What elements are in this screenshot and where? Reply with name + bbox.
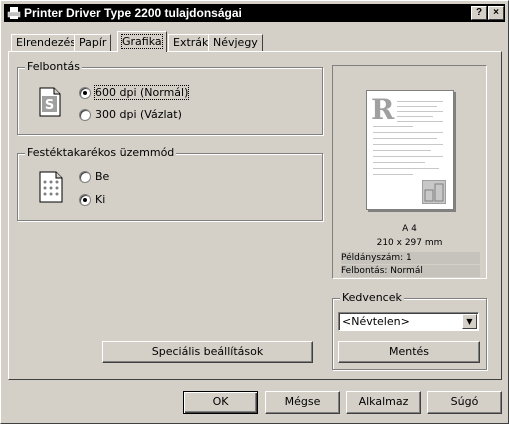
toner-save-group-label: Festéktakarékos üzemmód [25,146,177,159]
ok-button[interactable]: OK [183,391,258,414]
paper-name: A 4 [402,224,417,234]
tab-elrendezes[interactable]: Elrendezés [11,34,82,51]
tab-nevjegy[interactable]: Névjegy [208,34,263,51]
tab-grafika[interactable]: Grafika [117,31,167,52]
page-letter: R [371,93,395,126]
window-title: Printer Driver Type 2200 tulajdonságai [24,6,242,20]
favorites-group-label: Kedvencek [340,291,404,304]
radio-600dpi-label[interactable]: 600 dpi (Normál) [93,85,190,100]
tab-extrak[interactable]: Extrák [168,34,214,51]
radio-toner-be[interactable] [79,171,91,183]
page-preview: R A 4 210 x 297 mm Példányszám: 1 Felbon… [332,65,487,279]
title-bar: Printer Driver Type 2200 tulajdonságai ?… [4,4,505,22]
favorites-selected: <Névtelen> [342,315,410,328]
radio-600dpi[interactable] [79,87,91,99]
resolution-info: Felbontás: Normál [341,265,480,277]
special-settings-button[interactable]: Speciális beállítások [102,341,313,363]
resolution-group-label: Felbontás [25,60,83,73]
graphic-placeholder-icon [422,180,446,204]
favorites-dropdown[interactable]: <Névtelen> ▼ [338,312,479,331]
radio-toner-ki[interactable] [79,194,91,206]
copies-info: Példányszám: 1 [341,252,480,264]
resolution-group: Felbontás S 600 dpi (Normál) 300 dpi (Vá… [17,60,323,135]
tab-papir[interactable]: Papír [74,34,112,51]
svg-text:S: S [45,98,54,113]
apply-button[interactable]: Alkalmaz [346,391,421,414]
radio-toner-be-label[interactable]: Be [95,170,109,183]
toner-save-group: Festéktakarékos üzemmód Be Ki [17,146,323,221]
page-thumbnail: R [366,90,454,210]
paper-size: 210 x 297 mm [376,238,443,248]
tab-grafika-label: Grafika [121,34,163,49]
help-button[interactable]: Súgó [427,391,502,414]
radio-300dpi[interactable] [79,109,91,121]
properties-window: Printer Driver Type 2200 tulajdonságai ?… [0,0,509,424]
dots-page-icon [39,171,63,203]
radio-toner-ki-label[interactable]: Ki [95,193,105,206]
close-button[interactable]: × [488,6,504,20]
save-favorite-button[interactable]: Mentés [338,341,480,363]
cancel-button[interactable]: Mégse [265,391,340,414]
s-document-icon: S [39,87,61,117]
printer-icon [7,6,21,20]
help-title-button[interactable]: ? [471,6,487,20]
chevron-down-icon[interactable]: ▼ [462,314,477,329]
radio-300dpi-label[interactable]: 300 dpi (Vázlat) [95,108,182,121]
